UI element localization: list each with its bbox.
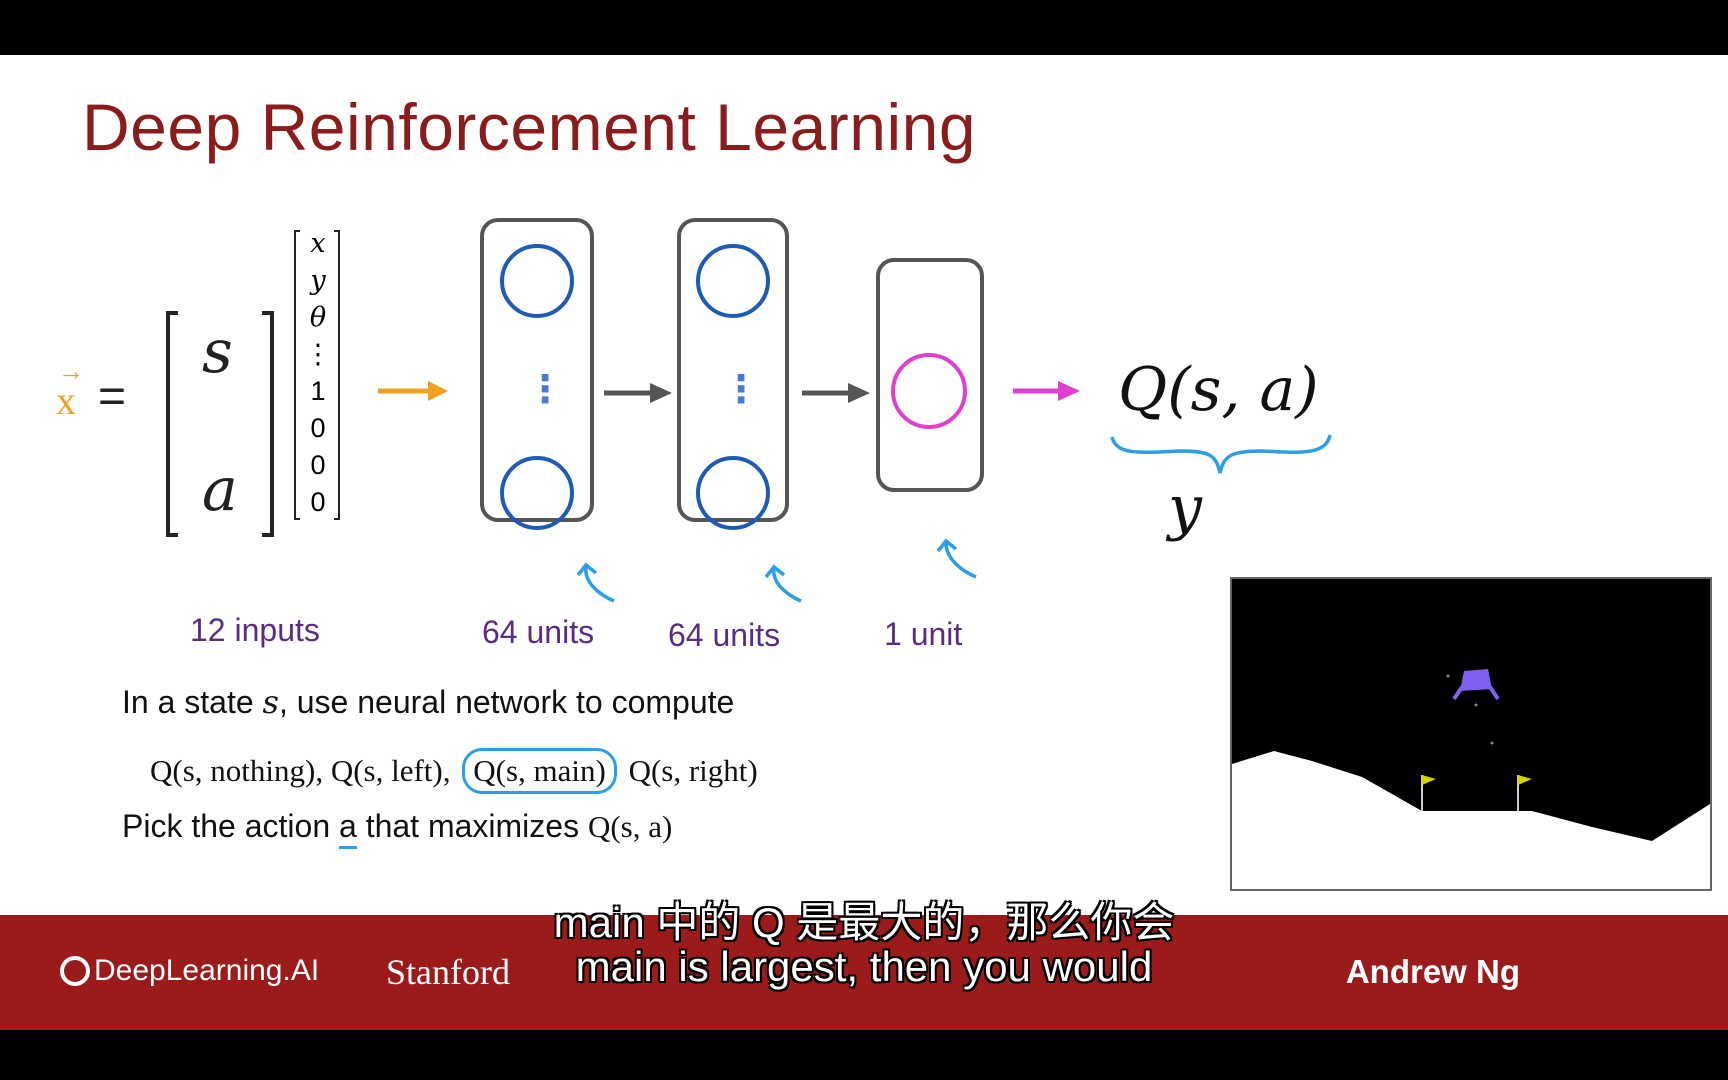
lunar-lander-scene [1232,669,1710,889]
line1-suffix: , use neural network to compute [278,684,735,720]
q-nothing: Q(s, nothing), [150,753,324,788]
target-y-label: y [1168,473,1202,543]
pick-action-description: Pick the action a that maximizes Q(s, a) [122,808,673,849]
inputs-label: 12 inputs [190,612,320,648]
line1-state-var: s [262,683,279,721]
lander-ship [1452,669,1500,701]
moon-terrain [1232,751,1710,889]
q-main: Q(s, main) [462,748,617,794]
line3-prefix: Pick the action [122,808,331,844]
slide: Deep Reinforcement Learning → x = s a x … [0,55,1728,1030]
q-output-label: Q(s, a) [1118,355,1319,425]
q-value-list: Q(s, nothing), Q(s, left), Q(s, main) Q(… [150,748,758,794]
output-units-label: 1 unit [884,616,963,652]
layer-1-annotation-hook [576,562,615,603]
compute-description: In a state s, use neural network to comp… [122,683,734,721]
landing-flag-left [1421,775,1436,811]
particle [1490,741,1494,745]
landing-flag-right [1517,775,1532,811]
video-top-letterbox [0,0,1728,55]
output-annotation-hook [936,538,977,579]
layer-1-dots: ⋮ [526,369,564,411]
video-bottom-letterbox [0,1030,1728,1080]
output-layer-box [876,258,984,492]
layer-2-3-arrow [802,383,870,403]
output-arrow [1013,381,1080,401]
layer-2-dots: ⋮ [722,369,760,411]
line3-action-var: a [339,808,357,849]
q-brace [1110,434,1332,474]
layer-1-neuron-top [500,244,574,318]
subtitle-english: main is largest, then you would [575,943,1153,990]
lunar-lander-view [1230,577,1712,891]
q-right: Q(s, right) [628,753,758,788]
particle [1474,703,1478,707]
q-left: Q(s, left), [330,753,451,788]
input-arrow [378,381,448,401]
particle [1446,674,1450,678]
layer-2-annotation-hook [764,564,802,603]
line1-prefix: In a state [122,684,254,720]
subtitle-chinese: main 中的 Q 是最大的，那么你会 [553,899,1175,946]
layer-1-2-arrow [604,383,672,403]
layer-2-units-label: 64 units [668,617,781,653]
layer-2-neuron-bottom [696,456,770,530]
line3-q: Q(s, a) [587,809,673,844]
layer-1-neuron-bottom [500,456,574,530]
layer-2-neuron-top [696,244,770,318]
output-neuron [891,353,967,429]
layer-1-units-label: 64 units [482,614,595,650]
line3-mid: that maximizes [365,808,580,844]
